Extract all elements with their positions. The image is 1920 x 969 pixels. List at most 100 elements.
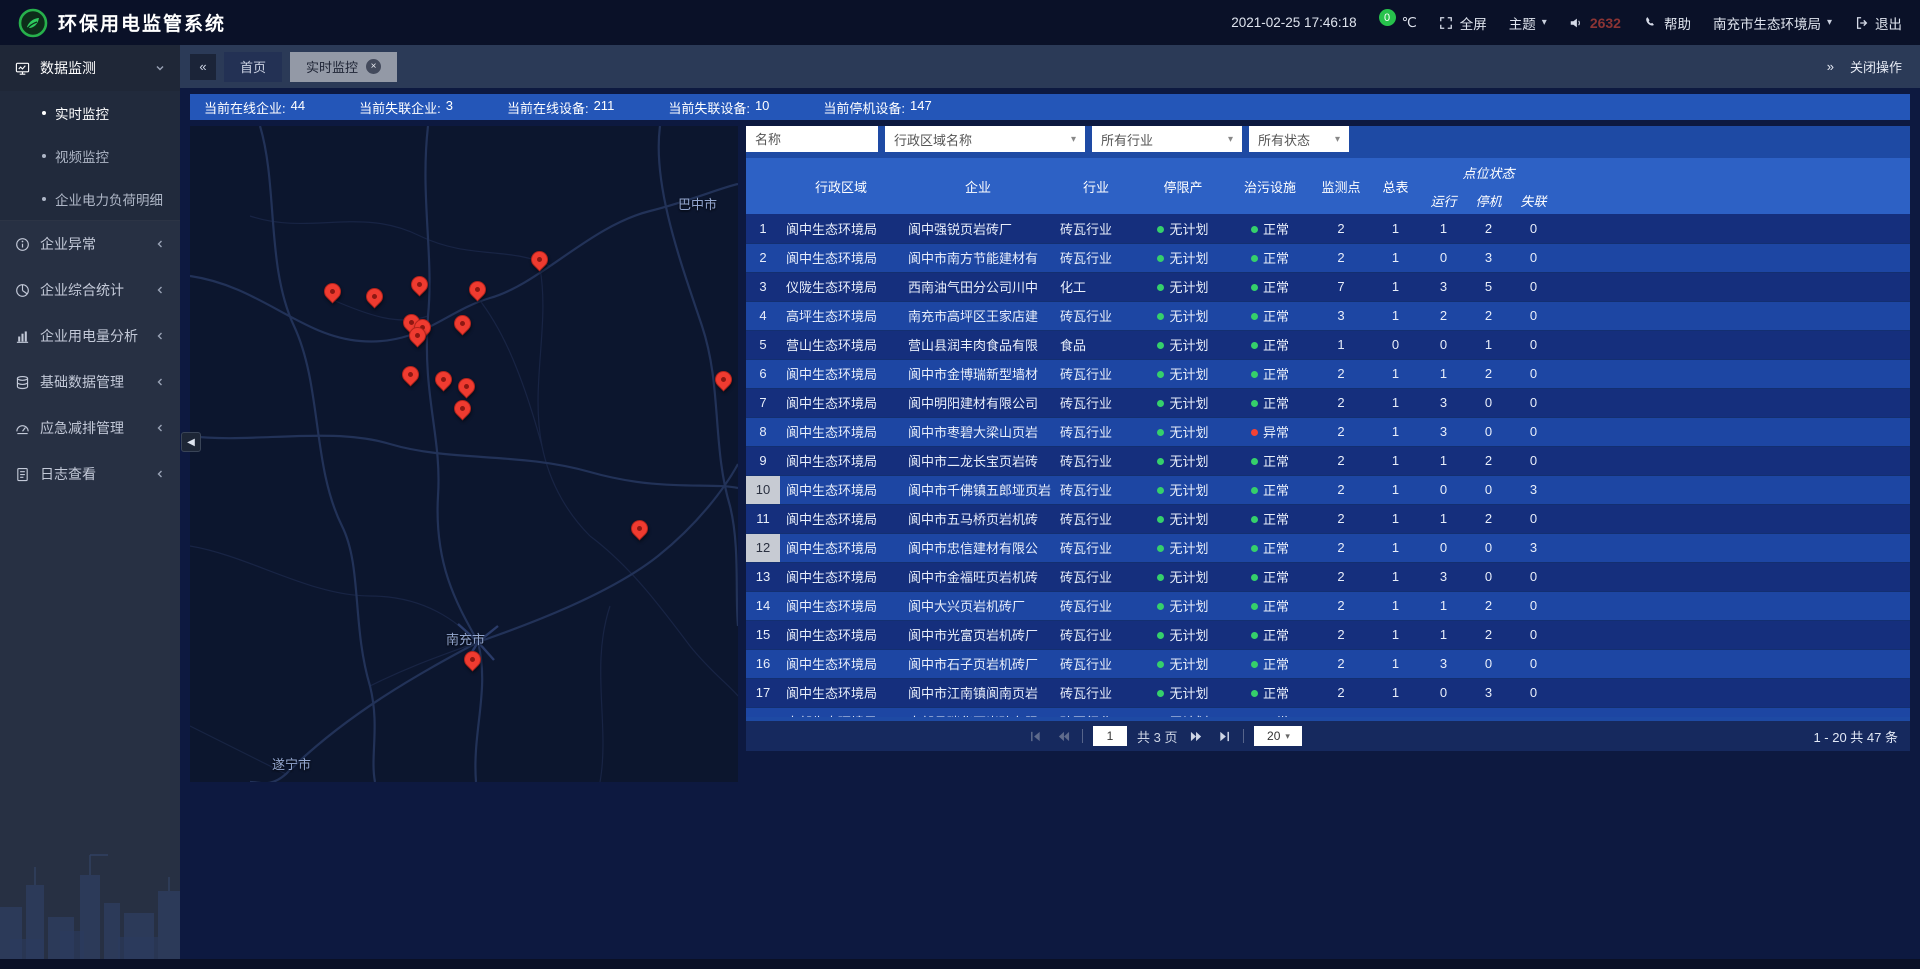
sidebar-item-data-monitor[interactable]: 数据监测 bbox=[0, 45, 180, 91]
prev-page-icon bbox=[1057, 730, 1070, 743]
first-page-button[interactable] bbox=[1026, 727, 1044, 745]
close-tab-icon[interactable]: × bbox=[366, 59, 381, 74]
sidebar-item-company-statistics[interactable]: 企业综合统计 bbox=[0, 267, 180, 313]
sidebar-item-label: 数据监测 bbox=[40, 58, 144, 78]
status-dot-icon bbox=[1157, 342, 1164, 349]
limit-production-cell: 无计划 bbox=[1138, 359, 1228, 388]
stat-label: 当前失联设备: bbox=[668, 98, 750, 117]
region-cell: 阆中生态环境局 bbox=[780, 417, 902, 446]
filler-cell bbox=[1556, 301, 1910, 330]
industry-cell: 砖瓦行业 bbox=[1054, 388, 1138, 417]
close-operations-button[interactable]: 关闭操作 bbox=[1850, 57, 1902, 76]
table-row[interactable]: 1阆中生态环境局阆中强锐页岩砖厂砖瓦行业无计划正常21120 bbox=[746, 214, 1910, 243]
sidebar-item-company-abnormal[interactable]: 企业异常 bbox=[0, 221, 180, 267]
industry-cell: 砖瓦行业 bbox=[1054, 620, 1138, 649]
table-row[interactable]: 3仪陇生态环境局西南油气田分公司川中化工无计划正常71350 bbox=[746, 272, 1910, 301]
status-dot-icon bbox=[1157, 574, 1164, 581]
table-row[interactable]: 13阆中生态环境局阆中市金福旺页岩机砖砖瓦行业无计划正常21300 bbox=[746, 562, 1910, 591]
status-dot-icon bbox=[1157, 226, 1164, 233]
logout-button[interactable]: 退出 bbox=[1854, 13, 1902, 33]
tab-realtime-monitor[interactable]: 实时监控 × bbox=[290, 52, 397, 82]
last-page-button[interactable] bbox=[1215, 727, 1233, 745]
table-row[interactable]: 15阆中生态环境局阆中市光富页岩机砖厂砖瓦行业无计划正常21120 bbox=[746, 620, 1910, 649]
run-count-cell: 0 bbox=[1421, 243, 1466, 272]
sidebar-subitem-video-monitor[interactable]: 视频监控 bbox=[0, 134, 180, 177]
pollution-facility-cell: 正常 bbox=[1228, 272, 1312, 301]
sidebar-item-power-analysis[interactable]: 企业用电量分析 bbox=[0, 313, 180, 359]
sidebar-menu: 数据监测实时监控视频监控企业电力负荷明细企业异常企业综合统计企业用电量分析基础数… bbox=[0, 45, 180, 497]
industry-cell: 砖瓦行业 bbox=[1054, 533, 1138, 562]
monitor-points-cell: 2 bbox=[1312, 591, 1370, 620]
filler-cell bbox=[1556, 504, 1910, 533]
table-row[interactable]: 18南部生态环境局南部县瑞华页岩砖有限砖瓦行业无计划正常21030 bbox=[746, 707, 1910, 717]
page-number-input[interactable] bbox=[1093, 726, 1127, 746]
status-dot-icon bbox=[1157, 371, 1164, 378]
industry-select[interactable]: 所有行业 ▾ bbox=[1092, 126, 1242, 152]
col-company: 企业 bbox=[902, 158, 1054, 214]
sidebar-item-emergency-reduction[interactable]: 应急减排管理 bbox=[0, 405, 180, 451]
table-row[interactable]: 2阆中生态环境局阆中市南方节能建材有砖瓦行业无计划正常21030 bbox=[746, 243, 1910, 272]
table-row[interactable]: 10阆中生态环境局阆中市千佛镇五郎垭页岩砖瓦行业无计划正常21003 bbox=[746, 475, 1910, 504]
region-select[interactable]: 行政区域名称 ▾ bbox=[885, 126, 1085, 152]
lost-count-cell: 0 bbox=[1511, 417, 1556, 446]
fullscreen-button[interactable]: 全屏 bbox=[1439, 13, 1487, 33]
pollution-facility-cell: 正常 bbox=[1228, 243, 1312, 272]
limit-production-cell: 无计划 bbox=[1138, 649, 1228, 678]
chevron-down-icon bbox=[154, 63, 166, 73]
table-row[interactable]: 11阆中生态环境局阆中市五马桥页岩机砖砖瓦行业无计划正常21120 bbox=[746, 504, 1910, 533]
prev-page-button[interactable] bbox=[1054, 727, 1072, 745]
table-row[interactable]: 14阆中生态环境局阆中大兴页岩机砖厂砖瓦行业无计划正常21120 bbox=[746, 591, 1910, 620]
sidebar-subitem-power-load-detail[interactable]: 企业电力负荷明细 bbox=[0, 177, 180, 220]
company-cell: 阆中大兴页岩机砖厂 bbox=[902, 591, 1054, 620]
table-row[interactable]: 8阆中生态环境局阆中市枣碧大梁山页岩砖瓦行业无计划异常21300 bbox=[746, 417, 1910, 446]
log-icon bbox=[14, 466, 30, 482]
stop-count-cell: 5 bbox=[1466, 272, 1511, 301]
help-button[interactable]: 帮助 bbox=[1643, 13, 1691, 33]
status-dot-icon bbox=[1251, 574, 1258, 581]
table-row[interactable]: 4高坪生态环境局南充市高坪区王家店建砖瓦行业无计划正常31220 bbox=[746, 301, 1910, 330]
limit-production-cell: 无计划 bbox=[1138, 678, 1228, 707]
tabs-scroll-right-button[interactable]: » bbox=[1827, 59, 1834, 74]
pollution-facility-cell: 正常 bbox=[1228, 359, 1312, 388]
table-row[interactable]: 16阆中生态环境局阆中市石子页岩机砖厂砖瓦行业无计划正常21300 bbox=[746, 649, 1910, 678]
help-label: 帮助 bbox=[1664, 13, 1691, 33]
notice-button[interactable]: 2632 bbox=[1569, 15, 1621, 31]
region-cell: 阆中生态环境局 bbox=[780, 591, 902, 620]
region-cell: 阆中生态环境局 bbox=[780, 359, 902, 388]
org-dropdown[interactable]: 南充市生态环境局 ▾ bbox=[1713, 13, 1832, 33]
table-row[interactable]: 7阆中生态环境局阆中明阳建材有限公司砖瓦行业无计划正常21300 bbox=[746, 388, 1910, 417]
total-meters-cell: 1 bbox=[1370, 620, 1421, 649]
main-area: « 首页 实时监控 × » 关闭操作 当前在线企业:44当前失联企业:3当前在线… bbox=[180, 45, 1920, 969]
limit-production-cell: 无计划 bbox=[1138, 475, 1228, 504]
table-row[interactable]: 9阆中生态环境局阆中市二龙长宝页岩砖砖瓦行业无计划正常21120 bbox=[746, 446, 1910, 475]
theme-dropdown[interactable]: 主题 ▾ bbox=[1509, 13, 1547, 33]
status-select[interactable]: 所有状态 ▾ bbox=[1249, 126, 1349, 152]
next-page-button[interactable] bbox=[1187, 727, 1205, 745]
gauge-icon bbox=[14, 420, 30, 436]
table-row[interactable]: 6阆中生态环境局阆中市金博瑞新型墙材砖瓦行业无计划正常21120 bbox=[746, 359, 1910, 388]
pollution-facility-cell: 正常 bbox=[1228, 649, 1312, 678]
lost-count-cell: 0 bbox=[1511, 649, 1556, 678]
sidebar-item-log-view[interactable]: 日志查看 bbox=[0, 451, 180, 497]
sidebar-subitem-realtime-monitor[interactable]: 实时监控 bbox=[0, 91, 180, 134]
map-collapse-button[interactable]: ◀ bbox=[181, 432, 201, 452]
run-count-cell: 1 bbox=[1421, 591, 1466, 620]
chevron-down-icon: ▾ bbox=[1285, 731, 1290, 742]
divider bbox=[1243, 729, 1244, 743]
table-row[interactable]: 17阆中生态环境局阆中市江南镇阆南页岩砖瓦行业无计划正常21030 bbox=[746, 678, 1910, 707]
total-meters-cell: 1 bbox=[1370, 678, 1421, 707]
col-run: 运行 bbox=[1421, 186, 1466, 214]
table-row[interactable]: 12阆中生态环境局阆中市忠信建材有限公砖瓦行业无计划正常21003 bbox=[746, 533, 1910, 562]
stat-item: 当前失联设备:10 bbox=[668, 98, 769, 117]
table-row[interactable]: 5营山生态环境局营山县润丰肉食品有限食品无计划正常10010 bbox=[746, 330, 1910, 359]
col-region: 行政区域 bbox=[780, 158, 902, 214]
tabs-scroll-left-button[interactable]: « bbox=[190, 54, 216, 80]
company-cell: 南充市高坪区王家店建 bbox=[902, 301, 1054, 330]
page-size-select[interactable]: 20 ▾ bbox=[1254, 726, 1302, 746]
tab-home[interactable]: 首页 bbox=[224, 52, 282, 82]
map-panel[interactable]: 巴中市南充市遂宁市 bbox=[190, 126, 738, 782]
name-search-input[interactable] bbox=[746, 126, 878, 152]
monitor-points-cell: 2 bbox=[1312, 388, 1370, 417]
pollution-facility-cell: 正常 bbox=[1228, 301, 1312, 330]
sidebar-item-base-data[interactable]: 基础数据管理 bbox=[0, 359, 180, 405]
